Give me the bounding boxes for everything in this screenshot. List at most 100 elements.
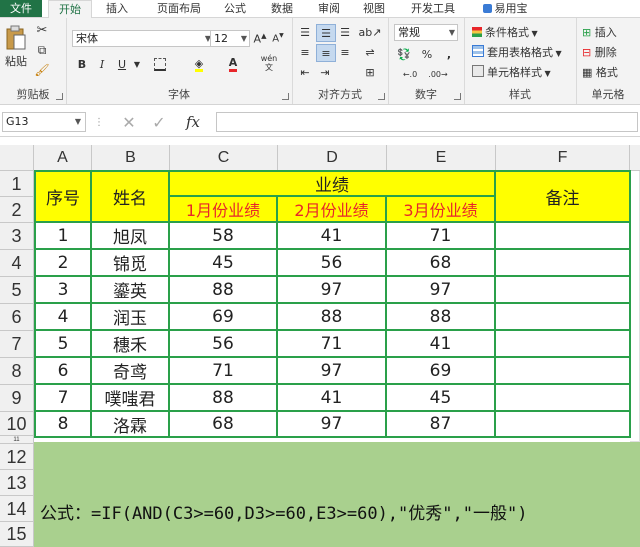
column-header-b[interactable]: B bbox=[92, 145, 170, 171]
increase-decimal-button[interactable]: ←.0 bbox=[398, 66, 422, 82]
column-g-cells[interactable] bbox=[630, 171, 640, 442]
select-all-corner[interactable] bbox=[0, 145, 34, 171]
cell-month-3[interactable]: 69 bbox=[387, 358, 496, 385]
cell-name[interactable]: 奇鸢 bbox=[92, 358, 170, 385]
cell-name[interactable]: 鎏英 bbox=[92, 277, 170, 304]
cell-name[interactable]: 穗禾 bbox=[92, 331, 170, 358]
align-middle-button[interactable]: ☰ bbox=[316, 24, 336, 42]
row-header-6[interactable]: 6 bbox=[0, 304, 34, 331]
header-month-2[interactable]: 2月份业绩 bbox=[278, 197, 387, 223]
align-top-button[interactable]: ☰ bbox=[296, 24, 314, 40]
cell-seq[interactable]: 3 bbox=[34, 277, 92, 304]
cell-month-3[interactable]: 45 bbox=[387, 385, 496, 412]
underline-dropdown[interactable]: ▼ bbox=[132, 56, 142, 73]
header-note[interactable]: 备注 bbox=[496, 170, 631, 223]
insert-function-button[interactable]: fx bbox=[180, 112, 206, 132]
cell-month-3[interactable]: 68 bbox=[387, 250, 496, 277]
font-launcher-icon[interactable] bbox=[282, 93, 289, 100]
cell-month-3[interactable]: 97 bbox=[387, 277, 496, 304]
column-header-g[interactable] bbox=[630, 145, 640, 171]
cell-month-1[interactable]: 69 bbox=[170, 304, 278, 331]
cell-month-2[interactable]: 97 bbox=[278, 412, 387, 438]
merge-center-button[interactable]: ⊞ bbox=[358, 64, 382, 80]
copy-button[interactable]: ⧉ bbox=[34, 42, 50, 58]
font-name-select[interactable]: 宋体 ▼ bbox=[72, 30, 214, 47]
row-header-4[interactable]: 4 bbox=[0, 250, 34, 277]
enter-button[interactable]: ✓ bbox=[148, 112, 170, 132]
cell-note[interactable] bbox=[496, 331, 631, 358]
cell-note[interactable] bbox=[496, 358, 631, 385]
cell-month-2[interactable]: 71 bbox=[278, 331, 387, 358]
name-box[interactable]: G13 ▼ bbox=[2, 112, 86, 132]
formula-input[interactable] bbox=[216, 112, 638, 132]
cell-name[interactable]: 润玉 bbox=[92, 304, 170, 331]
fill-color-button[interactable]: ◈ bbox=[184, 56, 214, 73]
align-bottom-button[interactable]: ☰ bbox=[336, 24, 354, 40]
header-performance[interactable]: 业绩 bbox=[170, 170, 496, 197]
italic-button[interactable]: I bbox=[94, 56, 110, 73]
cell-month-2[interactable]: 56 bbox=[278, 250, 387, 277]
cell-month-1[interactable]: 71 bbox=[170, 358, 278, 385]
cell-name[interactable]: 旭凤 bbox=[92, 223, 170, 250]
column-header-e[interactable]: E bbox=[387, 145, 496, 171]
format-cells-button[interactable]: ▦ 格式 bbox=[582, 64, 618, 80]
cell-seq[interactable]: 2 bbox=[34, 250, 92, 277]
conditional-formatting-button[interactable]: 条件格式 ▼ bbox=[472, 24, 538, 40]
row-header-11[interactable]: 11 bbox=[0, 436, 34, 444]
header-seq[interactable]: 序号 bbox=[34, 170, 92, 223]
align-center-button[interactable]: ≡ bbox=[316, 44, 336, 62]
column-header-d[interactable]: D bbox=[278, 145, 387, 171]
decrease-indent-button[interactable]: ⇤ bbox=[296, 64, 314, 80]
cell-month-3[interactable]: 87 bbox=[387, 412, 496, 438]
font-size-select[interactable]: 12 ▼ bbox=[210, 30, 250, 47]
cell-note[interactable] bbox=[496, 412, 631, 438]
bold-button[interactable]: B bbox=[74, 56, 90, 73]
cancel-button[interactable]: ✕ bbox=[118, 112, 140, 132]
cell-note[interactable] bbox=[496, 250, 631, 277]
cell-month-1[interactable]: 68 bbox=[170, 412, 278, 438]
increase-indent-button[interactable]: ⇥ bbox=[316, 64, 334, 80]
decrease-decimal-button[interactable]: .00→ bbox=[426, 66, 450, 82]
cell-name[interactable]: 洛霖 bbox=[92, 412, 170, 438]
delete-cells-button[interactable]: ⊟ 删除 bbox=[582, 44, 617, 60]
cell-name[interactable]: 噗嗤君 bbox=[92, 385, 170, 412]
cell-month-3[interactable]: 88 bbox=[387, 304, 496, 331]
header-month-1[interactable]: 1月份业绩 bbox=[170, 197, 278, 223]
cell-seq[interactable]: 7 bbox=[34, 385, 92, 412]
tab-review[interactable]: 审阅 bbox=[312, 0, 346, 17]
cell-note[interactable] bbox=[496, 385, 631, 412]
row-header-2[interactable]: 2 bbox=[0, 197, 34, 223]
cell-month-3[interactable]: 71 bbox=[387, 223, 496, 250]
orientation-button[interactable]: ab↗ bbox=[358, 24, 382, 40]
column-header-f[interactable]: F bbox=[496, 145, 630, 171]
cut-button[interactable]: ✂ bbox=[34, 22, 50, 38]
cell-month-2[interactable]: 97 bbox=[278, 358, 387, 385]
row-header-5[interactable]: 5 bbox=[0, 277, 34, 304]
row-header-14[interactable]: 14 bbox=[0, 496, 34, 522]
row-header-12[interactable]: 12 bbox=[0, 444, 34, 470]
header-name[interactable]: 姓名 bbox=[92, 170, 170, 223]
formula-bar-splitter[interactable]: ⋮ bbox=[94, 112, 104, 132]
paste-button[interactable]: 粘贴 bbox=[3, 22, 29, 72]
number-format-select[interactable]: 常规 ▼ bbox=[394, 24, 458, 41]
cell-styles-button[interactable]: 单元格样式 ▼ bbox=[472, 64, 551, 80]
phonetic-button[interactable]: wén 文 bbox=[258, 52, 280, 74]
tab-developer[interactable]: 开发工具 bbox=[405, 0, 461, 17]
font-color-button[interactable]: A bbox=[218, 56, 248, 73]
row-header-3[interactable]: 3 bbox=[0, 223, 34, 250]
format-as-table-button[interactable]: 套用表格格式 ▼ bbox=[472, 44, 562, 60]
formula-note-block[interactable]: 公式：=IF(AND(C3>=60,D3>=60,E3>=60),"优秀","一… bbox=[34, 442, 640, 547]
cell-month-1[interactable]: 88 bbox=[170, 385, 278, 412]
cell-note[interactable] bbox=[496, 277, 631, 304]
underline-button[interactable]: U bbox=[114, 56, 130, 73]
cell-name[interactable]: 锦觅 bbox=[92, 250, 170, 277]
number-launcher-icon[interactable] bbox=[454, 93, 461, 100]
align-right-button[interactable]: ≡ bbox=[336, 44, 354, 60]
clipboard-launcher-icon[interactable] bbox=[56, 93, 63, 100]
cell-month-3[interactable]: 41 bbox=[387, 331, 496, 358]
percent-button[interactable]: % bbox=[418, 46, 436, 62]
cell-month-1[interactable]: 58 bbox=[170, 223, 278, 250]
row-header-9[interactable]: 9 bbox=[0, 385, 34, 412]
tab-view[interactable]: 视图 bbox=[357, 0, 391, 17]
cell-seq[interactable]: 6 bbox=[34, 358, 92, 385]
